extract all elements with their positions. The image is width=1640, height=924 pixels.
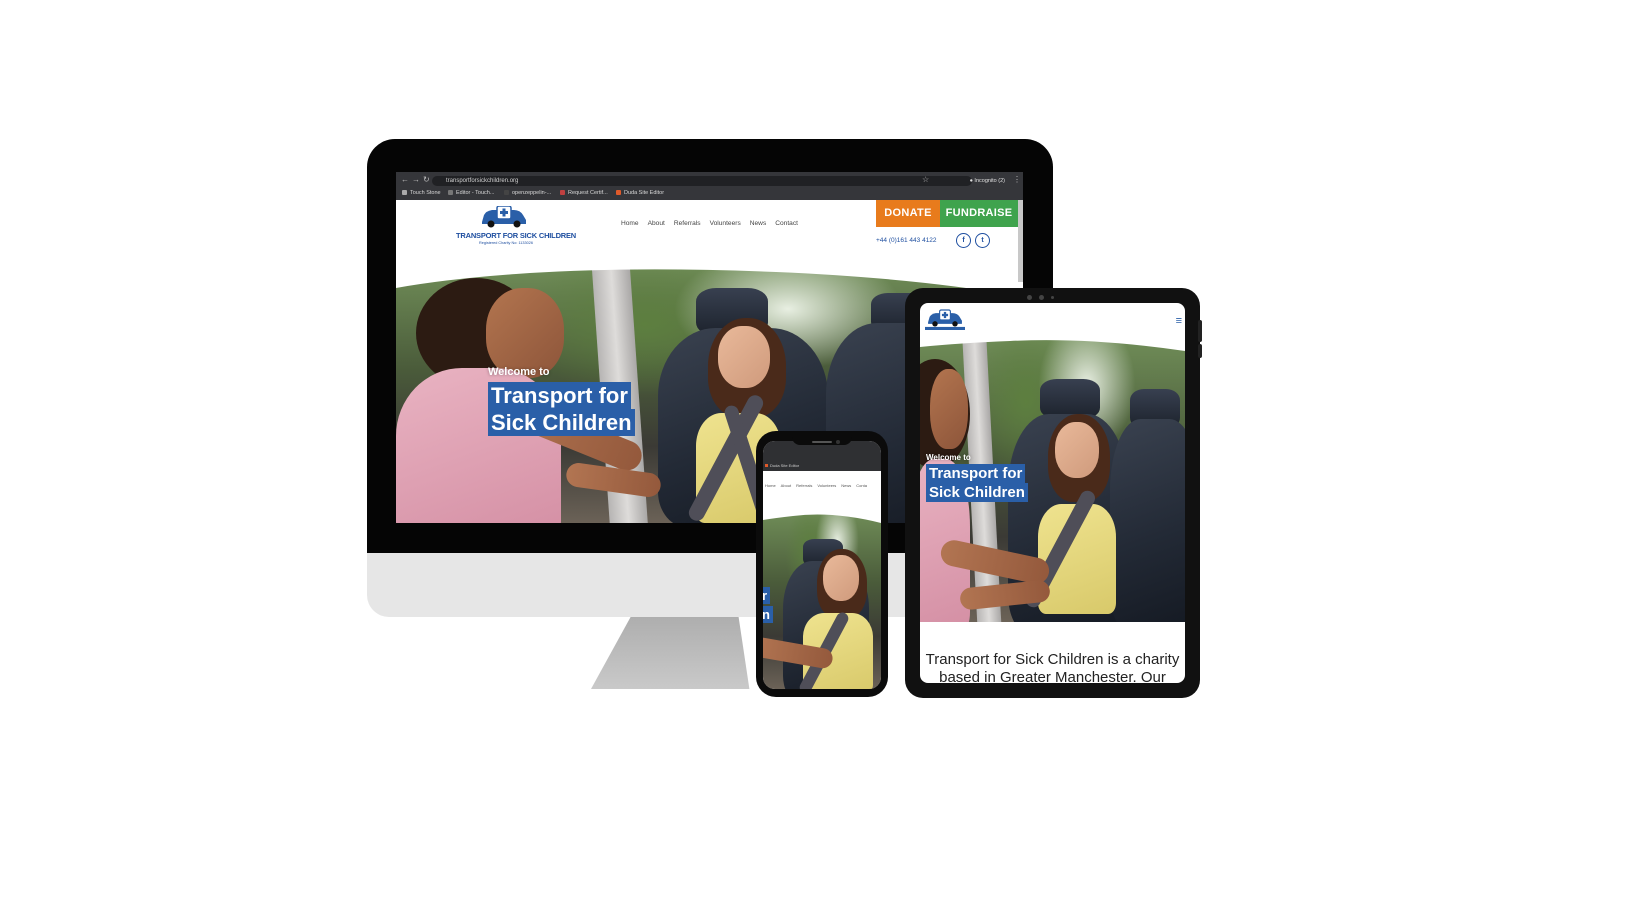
tablet-sensor-icon — [1051, 296, 1054, 299]
tablet-logo-icon[interactable] — [925, 309, 965, 331]
address-url: transportforsickchildren.org — [446, 178, 519, 184]
nav-referrals[interactable]: Referrals — [674, 220, 701, 227]
phone-nav-referrals[interactable]: Referrals — [796, 483, 812, 488]
phone-hero-image: r n — [763, 513, 881, 689]
duda-favicon-icon — [765, 464, 768, 467]
desktop-monitor-stand — [591, 617, 750, 689]
tablet-camera-icon — [1027, 295, 1032, 300]
incognito-profile[interactable]: ● Incognito (2) — [970, 176, 1005, 186]
tablet-hero-wave — [920, 339, 1185, 351]
phone-nav-about[interactable]: About — [781, 483, 791, 488]
bookmark-favicon-icon — [616, 190, 621, 195]
nav-volunteers[interactable]: Volunteers — [710, 220, 741, 227]
facebook-icon[interactable]: f — [956, 233, 971, 248]
page-scrollbar[interactable] — [1018, 200, 1023, 282]
phone-browser-bar: Duda Site Editor — [763, 441, 881, 471]
ambulance-car-icon — [482, 206, 526, 228]
hamburger-menu-icon[interactable]: ≡ — [1176, 316, 1182, 327]
phone-notch — [792, 434, 852, 445]
bookmark-item[interactable]: Editor - Touch... — [448, 189, 494, 197]
bookmark-favicon-icon — [560, 190, 565, 195]
bookmark-item[interactable]: Touch Stone — [402, 189, 441, 197]
site-logo[interactable]: TRANSPORT FOR SICK CHILDREN Registered C… — [456, 204, 577, 246]
forward-arrow-icon[interactable]: → — [412, 175, 420, 185]
hero-welcome-text: Welcome to — [488, 366, 550, 378]
site-header: TRANSPORT FOR SICK CHILDREN Registered C… — [396, 200, 1023, 270]
phone-camera-icon — [836, 440, 840, 444]
phone-nav-volunteers[interactable]: Volunteers — [817, 483, 836, 488]
phone-speaker-icon — [812, 441, 832, 443]
nav-home[interactable]: Home — [621, 220, 639, 227]
nav-contact[interactable]: Contact — [775, 220, 798, 227]
phone-nav-news[interactable]: News — [841, 483, 851, 488]
phone-nav-contact[interactable]: Conta — [856, 483, 867, 488]
bookmark-favicon-icon — [448, 190, 453, 195]
hero-title: Transport for Sick Children — [488, 382, 635, 437]
address-bar[interactable]: transportforsickchildren.org — [432, 176, 972, 186]
phone-screen: Duda Site Editor Home About Referrals Vo… — [763, 441, 881, 689]
tablet-side-button — [1198, 320, 1202, 342]
tablet-hero-welcome: Welcome to — [926, 453, 971, 462]
fundraise-button[interactable]: FUNDRAISE — [940, 200, 1018, 227]
reload-icon[interactable]: ↻ — [423, 175, 430, 185]
phone-nav: Home About Referrals Volunteers News Con… — [765, 483, 867, 488]
nav-news[interactable]: News — [750, 220, 767, 227]
tablet-hero-image: Welcome to Transport for Sick Children — [920, 339, 1185, 622]
kebab-menu-icon[interactable]: ⋮ — [1013, 175, 1021, 185]
phone-nav-home[interactable]: Home — [765, 483, 776, 488]
phone-number[interactable]: +44 (0)161 443 4122 — [876, 237, 937, 244]
nav-about[interactable]: About — [648, 220, 665, 227]
bookmark-item[interactable]: Duda Site Editor — [616, 189, 664, 197]
back-arrow-icon[interactable]: ← — [401, 175, 409, 185]
bookmark-item[interactable]: Request Certif... — [560, 189, 608, 197]
bookmark-item[interactable]: openzeppelin-... — [504, 189, 551, 197]
phone-editor-tab[interactable]: Duda Site Editor — [765, 463, 799, 468]
tablet-screen: ≡ Welcome to Transport for Sick Children… — [920, 303, 1185, 683]
tablet-hero-title: Transport for Sick Children — [926, 464, 1028, 502]
phone-site-header: Home About Referrals Volunteers News Con… — [763, 471, 881, 491]
browser-chrome: ← → ↻ transportforsickchildren.org ☆ ● I… — [396, 172, 1023, 200]
tablet-side-button — [1198, 344, 1202, 358]
twitter-icon[interactable]: t — [975, 233, 990, 248]
tablet-intro-text: Transport for Sick Children is a charity… — [925, 651, 1180, 683]
bookmark-favicon-icon — [504, 190, 509, 195]
tablet-camera-icon — [1039, 295, 1044, 300]
incognito-icon: ● — [969, 178, 973, 184]
logo-subtitle: Registered Charity No: 1133026 — [479, 241, 533, 245]
bookmark-favicon-icon — [402, 190, 407, 195]
main-nav: Home About Referrals Volunteers News Con… — [621, 220, 798, 227]
donate-button[interactable]: DONATE — [876, 200, 940, 227]
logo-text: TRANSPORT FOR SICK CHILDREN — [456, 231, 577, 240]
phone-hero-title-fragment: r n — [763, 587, 773, 625]
star-icon[interactable]: ☆ — [922, 175, 929, 185]
phone-hero-wave — [763, 513, 881, 523]
